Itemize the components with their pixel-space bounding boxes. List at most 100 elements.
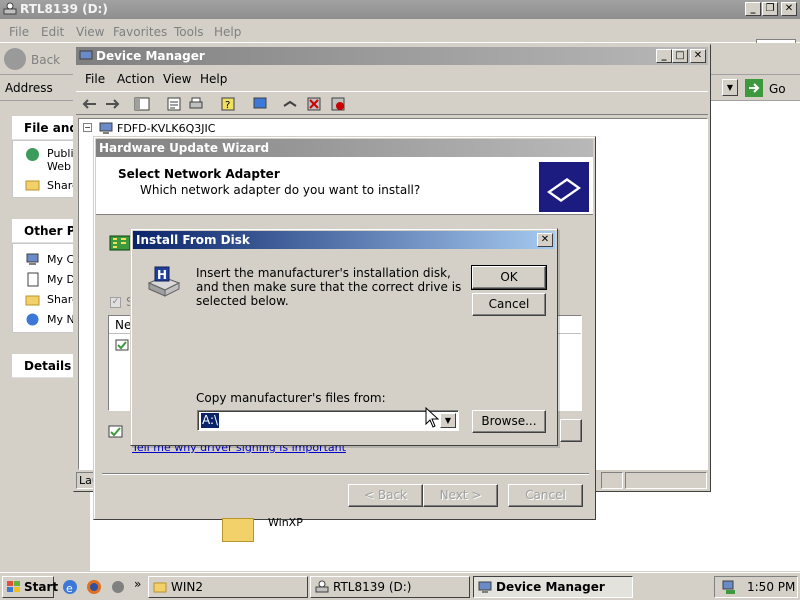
device-manager-icon (79, 50, 93, 62)
my-computer-link[interactable]: My C (47, 253, 74, 266)
floppy-drive-icon: H (147, 266, 181, 297)
disable-device-icon[interactable] (330, 96, 346, 112)
dm-menu-file[interactable]: File (85, 72, 105, 86)
next-button[interactable]: Next > (423, 484, 498, 507)
back-arrow-icon[interactable] (82, 96, 98, 112)
svg-text:e: e (66, 582, 73, 595)
menu-view[interactable]: View (76, 25, 104, 39)
cancel-button[interactable]: Cancel (472, 293, 546, 316)
combo-dropdown-arrow[interactable]: ▼ (440, 413, 456, 428)
close-button[interactable]: ✕ (781, 2, 797, 16)
network-card-icon (109, 235, 131, 251)
taskbar-item-win2[interactable]: WIN2 (148, 576, 308, 598)
device-manager-title-bar: Device Manager _ □ ✕ (76, 47, 708, 65)
status-pane-2 (601, 472, 623, 489)
explorer-menu-bar: File Edit View Favorites Tools Help (0, 19, 800, 61)
network-tray-icon[interactable] (721, 580, 737, 595)
computer-icon (99, 122, 113, 134)
internet-explorer-icon[interactable]: e (62, 579, 78, 595)
dm-toolbar: ? (76, 91, 708, 115)
browse-button[interactable]: Browse... (472, 410, 546, 433)
tree-root-node[interactable]: FDFD-KVLK6Q3JIC (117, 122, 215, 135)
windows-flag-icon (7, 581, 20, 592)
text-cursor-icon (425, 407, 439, 428)
dm-menu-help[interactable]: Help (200, 72, 227, 86)
back-button[interactable]: < Back (348, 484, 423, 507)
uninstall-icon[interactable] (306, 96, 322, 112)
dm-menu-action[interactable]: Action (117, 72, 155, 86)
update-driver-icon[interactable] (282, 96, 298, 112)
address-label: Address (5, 81, 53, 95)
taskbar: Start e » WIN2 RTL8139 (D:) Device Manag… (0, 572, 800, 600)
menu-file[interactable]: File (9, 25, 29, 39)
shared-folder-icon (25, 295, 40, 306)
taskbar-item-device-manager[interactable]: Device Manager (473, 576, 633, 598)
print-icon[interactable] (188, 96, 204, 112)
drive-icon (3, 2, 17, 15)
folder-icon (153, 582, 167, 593)
path-value[interactable]: A:\ (201, 413, 220, 428)
tree-collapse-toggle[interactable]: − (83, 123, 92, 132)
wizard-subheading: Which network adapter do you want to ins… (140, 183, 421, 197)
clock[interactable]: 1:50 PM (747, 580, 795, 594)
go-button[interactable]: Go (745, 78, 795, 98)
adapter-item-icon (115, 339, 129, 351)
signed-driver-icon (108, 425, 123, 438)
address-dropdown-arrow[interactable]: ▼ (722, 79, 738, 96)
dialog-close-button[interactable]: ✕ (537, 233, 553, 247)
system-tray: 1:50 PM (714, 576, 798, 598)
quick-launch-expand[interactable]: » (134, 577, 141, 591)
minimize-button[interactable]: _ (745, 2, 761, 16)
taskbar-item-rtl8139[interactable]: RTL8139 (D:) (310, 576, 470, 598)
svg-text:?: ? (225, 100, 230, 111)
scan-hardware-icon[interactable] (252, 96, 268, 112)
explorer-title: RTL8139 (D:) (20, 2, 108, 16)
wizard-header: Select Network Adapter Which network ada… (96, 157, 593, 215)
quick-launch-icon[interactable] (110, 579, 126, 595)
my-network-link[interactable]: My N (47, 313, 75, 326)
wizard-title: Hardware Update Wizard (96, 139, 593, 157)
menu-edit[interactable]: Edit (41, 25, 64, 39)
desktop-folder-icon[interactable] (222, 518, 254, 542)
dm-menu-view[interactable]: View (163, 72, 191, 86)
have-disk-button-partial[interactable] (560, 419, 582, 442)
ok-button[interactable]: OK (471, 265, 547, 290)
svg-text:H: H (157, 268, 167, 282)
desktop-folder-label[interactable]: WinXP (268, 516, 303, 529)
console-tree-icon[interactable] (134, 96, 150, 112)
help-icon[interactable]: ? (220, 96, 236, 112)
hardware-card-icon (539, 162, 589, 212)
back-arrow-icon (4, 48, 26, 70)
my-documents-link[interactable]: My D (47, 273, 75, 286)
wizard-cancel-button[interactable]: Cancel (508, 484, 583, 507)
menu-help[interactable]: Help (214, 25, 241, 39)
restore-button[interactable]: ❐ (762, 2, 778, 16)
computer-icon (26, 253, 39, 265)
device-manager-icon (478, 581, 492, 593)
dm-close-button[interactable]: ✕ (690, 49, 706, 63)
status-pane-3 (625, 472, 707, 489)
install-from-disk-dialog: Install From Disk ✕ H Insert the manufac… (130, 228, 558, 446)
copy-from-combobox[interactable]: A:\ ▼ (197, 410, 459, 431)
dm-minimize-button[interactable]: _ (656, 49, 672, 63)
network-icon (26, 313, 39, 326)
install-from-disk-title: Install From Disk (133, 231, 555, 249)
globe-icon (26, 148, 39, 161)
wizard-heading: Select Network Adapter (118, 167, 280, 181)
start-button[interactable]: Start (2, 576, 58, 598)
list-column-header: Ne (115, 318, 132, 332)
menu-tools[interactable]: Tools (174, 25, 204, 39)
back-button[interactable]: Back (4, 47, 72, 73)
dm-maximize-button[interactable]: □ (672, 49, 688, 63)
menu-favorites[interactable]: Favorites (113, 25, 167, 39)
share-folder-icon (25, 180, 40, 191)
device-manager-title: Device Manager (96, 49, 205, 63)
documents-icon (27, 272, 39, 287)
install-instructions: Insert the manufacturer's installation d… (196, 266, 462, 308)
show-compatible-checkbox[interactable]: ✓ (110, 297, 121, 308)
properties-icon[interactable] (166, 96, 182, 112)
firefox-icon[interactable] (86, 579, 102, 595)
go-arrow-icon (745, 79, 763, 97)
explorer-title-bar: RTL8139 (D:) _ ❐ ✕ (0, 0, 800, 19)
forward-arrow-icon[interactable] (104, 96, 120, 112)
